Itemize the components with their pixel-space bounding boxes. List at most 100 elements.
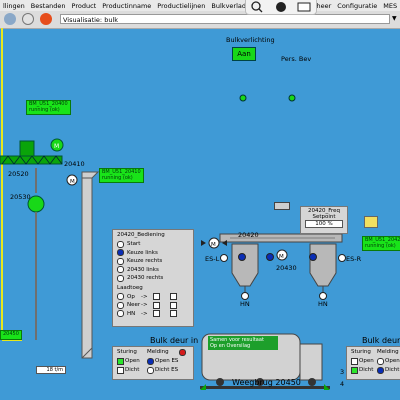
control-option-2[interactable]: Keuze rechts [117,257,193,266]
label-20410: 20410 [64,160,85,168]
freq-panel: 20420_Freq Setpoint 100 % [300,206,348,234]
control-option-label: Start [127,241,141,248]
radio-icon[interactable] [117,249,124,257]
radio-icon[interactable] [117,266,124,274]
freq-connector [274,202,290,210]
open-es-label: Open ES [155,358,179,364]
control-option-1[interactable]: Keuze links [117,249,193,258]
label-hn-right: HN [318,300,328,308]
open-checkbox[interactable] [351,358,358,365]
status-tag-20420: BM_U51_20420 running (ok) [362,236,400,251]
laadtoeg-row-0: Op -> [117,293,193,302]
setpoint-value[interactable]: 100 % [305,220,343,228]
menu-item-0[interactable]: llingen [0,2,28,10]
checkbox[interactable] [153,293,160,301]
refresh-icon[interactable] [22,13,34,25]
checkbox[interactable] [153,301,160,309]
svg-text:M: M [70,179,75,185]
control-option-0[interactable]: Start [117,240,193,249]
radio-icon[interactable] [117,301,124,309]
menu-item-10[interactable]: MES [380,2,400,10]
checkbox[interactable] [170,310,177,318]
dicht-checkbox[interactable] [117,367,124,374]
menu-item-2[interactable]: Product [69,2,100,10]
label-esl: ES-L [205,255,220,263]
label-esr: ES-R [346,255,362,263]
dicht-label: Dicht [125,367,140,373]
sturing-label: Sturing [351,349,371,355]
zoom-icon [251,1,261,11]
dicht-label: Dicht [385,367,400,373]
pers-bev-label: Pers. Bev [281,55,312,63]
melding-label: Melding [377,349,399,355]
open-label: Open [385,358,400,364]
radio-icon[interactable] [117,293,124,301]
control-option-label: Keuze rechts [127,258,163,265]
number-4: 4 [340,380,345,388]
stop-icon[interactable] [40,13,52,25]
radio-icon[interactable] [117,274,124,282]
bulk-door-out-title: Bulk deur u [362,336,400,345]
label-20530: 20530 [10,193,31,201]
silo-left [231,243,259,287]
svg-text:M: M [279,254,284,260]
dicht-checkbox[interactable] [351,367,358,374]
dicht-label: Dicht [359,367,374,373]
control-option-3[interactable]: 20430 links [117,266,193,275]
menu-item-1[interactable]: Bestanden [28,2,69,10]
open-indicator [377,358,384,365]
pen-icon [276,2,286,12]
truck-banner: Samen voor resultaat Op en Oversilag [208,336,278,350]
checkbox[interactable] [170,301,177,309]
radio-icon[interactable] [117,240,124,248]
checkbox[interactable] [153,310,160,318]
address-field[interactable]: Visualisatie: bulk [60,14,390,24]
lighting-on-button[interactable]: Aan [232,47,256,61]
bulk-door-out-panel: Sturing Melding Open Open Dicht Dicht [346,346,400,380]
label-20430: 20430 [276,264,297,272]
label-20520: 20520 [8,170,29,178]
svg-text:M: M [54,143,59,150]
lighting-title: Bulkverlichting [226,36,275,44]
open-label: Open [125,358,140,364]
dropdown-icon[interactable]: ▼ [392,15,397,22]
control-option-label: Keuze links [127,249,158,256]
keyboard-icon [297,2,311,12]
arrow-label: -> [141,302,148,309]
control-panel: 20420_Bediening Start Keuze links Keuze re… [112,229,194,327]
svg-text:M: M [211,242,216,248]
status-tag-20410: BM_U51_20410 running (ok) [99,168,144,183]
open-label: Open [359,358,374,364]
label-hn-left: HN [240,300,250,308]
menu-item-4[interactable]: Productielijnen [154,2,208,10]
dicht-es-indicator [147,367,154,374]
sturing-label: Sturing [117,349,137,355]
dicht-indicator [377,367,384,374]
print-icon[interactable] [4,13,16,25]
floating-toolbar [245,0,317,15]
image-icon[interactable] [364,216,378,228]
status-tag-20450: 20450 [0,330,22,340]
control-option-label: 20430 links [127,266,159,273]
control-option-label: 20430 rechts [127,275,164,282]
bucket-elevator [81,177,93,359]
checkbox[interactable] [170,293,177,301]
bulk-door-in-title: Bulk deur in [150,336,199,345]
weighbridge-label: Weegbrug 20450 [232,378,301,387]
laadtoeg-label: Neer [127,302,141,309]
label-20420: 20420 [238,231,259,239]
bottom-value-box[interactable]: 18 t/m [36,366,66,374]
dicht-es-label: Dicht ES [155,367,179,373]
silo-right [309,243,337,287]
control-option-4[interactable]: 20430 rechts [117,274,193,283]
menu-item-9[interactable]: Configuratie [334,2,380,10]
hopper [19,140,35,157]
melding-label: Melding [147,349,169,355]
radio-icon[interactable] [117,257,124,265]
open-checkbox[interactable] [117,358,124,365]
radio-icon[interactable] [117,310,124,318]
menu-item-3[interactable]: Productinname [99,2,154,10]
number-3: 3 [340,368,345,376]
arrow-label: -> [141,293,148,300]
alarm-indicator [179,349,186,356]
